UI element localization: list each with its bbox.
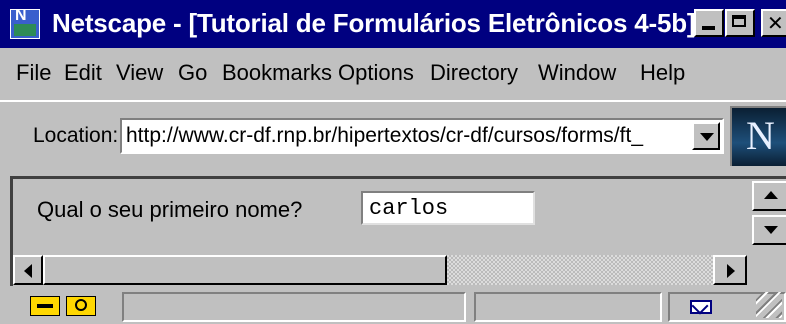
scroll-down-button[interactable] xyxy=(752,215,786,245)
status-bar xyxy=(0,288,786,324)
menu-go[interactable]: Go xyxy=(178,60,207,86)
menu-view[interactable]: View xyxy=(116,60,163,86)
resize-grip[interactable] xyxy=(756,292,782,318)
menu-directory[interactable]: Directory xyxy=(430,60,518,86)
progress-panel xyxy=(474,292,662,322)
status-icons xyxy=(10,292,110,320)
maximize-button[interactable] xyxy=(725,9,755,37)
menu-window[interactable]: Window xyxy=(538,60,616,86)
window-title: Netscape - [Tutorial de Formulários Elet… xyxy=(52,8,696,38)
page-content: Qual o seu primeiro nome? xyxy=(10,176,786,286)
connection-icon xyxy=(66,296,96,316)
menu-options[interactable]: Options xyxy=(338,60,414,86)
name-question-label: Qual o seu primeiro nome? xyxy=(37,197,303,222)
status-message-panel xyxy=(122,292,466,322)
location-url[interactable]: http://www.cr-df.rnp.br/hipertextos/cr-d… xyxy=(126,124,686,148)
scroll-right-button[interactable] xyxy=(713,255,747,285)
location-field[interactable]: http://www.cr-df.rnp.br/hipertextos/cr-d… xyxy=(120,118,724,154)
close-button[interactable] xyxy=(761,9,786,37)
menu-file[interactable]: File xyxy=(16,60,51,86)
minimize-button[interactable] xyxy=(694,9,724,37)
mail-icon[interactable] xyxy=(690,300,712,314)
horizontal-scroll-thumb[interactable] xyxy=(43,255,447,285)
netscape-logo-letter: N xyxy=(746,113,775,158)
netscape-logo[interactable]: N xyxy=(730,106,786,166)
netscape-app-icon[interactable] xyxy=(10,7,40,39)
menu-edit[interactable]: Edit xyxy=(64,60,102,86)
vertical-scrollbar[interactable] xyxy=(750,179,786,249)
mail-panel xyxy=(668,292,786,322)
menu-bookmarks[interactable]: Bookmarks xyxy=(222,60,332,86)
scroll-up-button[interactable] xyxy=(752,181,786,211)
menu-bar: File Edit View Go Bookmarks Options Dire… xyxy=(0,56,786,92)
security-key-icon[interactable] xyxy=(30,296,60,316)
location-dropdown-button[interactable] xyxy=(692,122,720,150)
menu-help[interactable]: Help xyxy=(640,60,685,86)
first-name-input[interactable] xyxy=(361,191,535,225)
title-bar[interactable]: Netscape - [Tutorial de Formulários Elet… xyxy=(0,0,786,48)
scroll-left-button[interactable] xyxy=(13,255,43,285)
location-label: Location: xyxy=(33,124,119,147)
horizontal-scrollbar[interactable] xyxy=(13,253,750,287)
location-toolbar: Location: http://www.cr-df.rnp.br/hipert… xyxy=(0,100,786,172)
